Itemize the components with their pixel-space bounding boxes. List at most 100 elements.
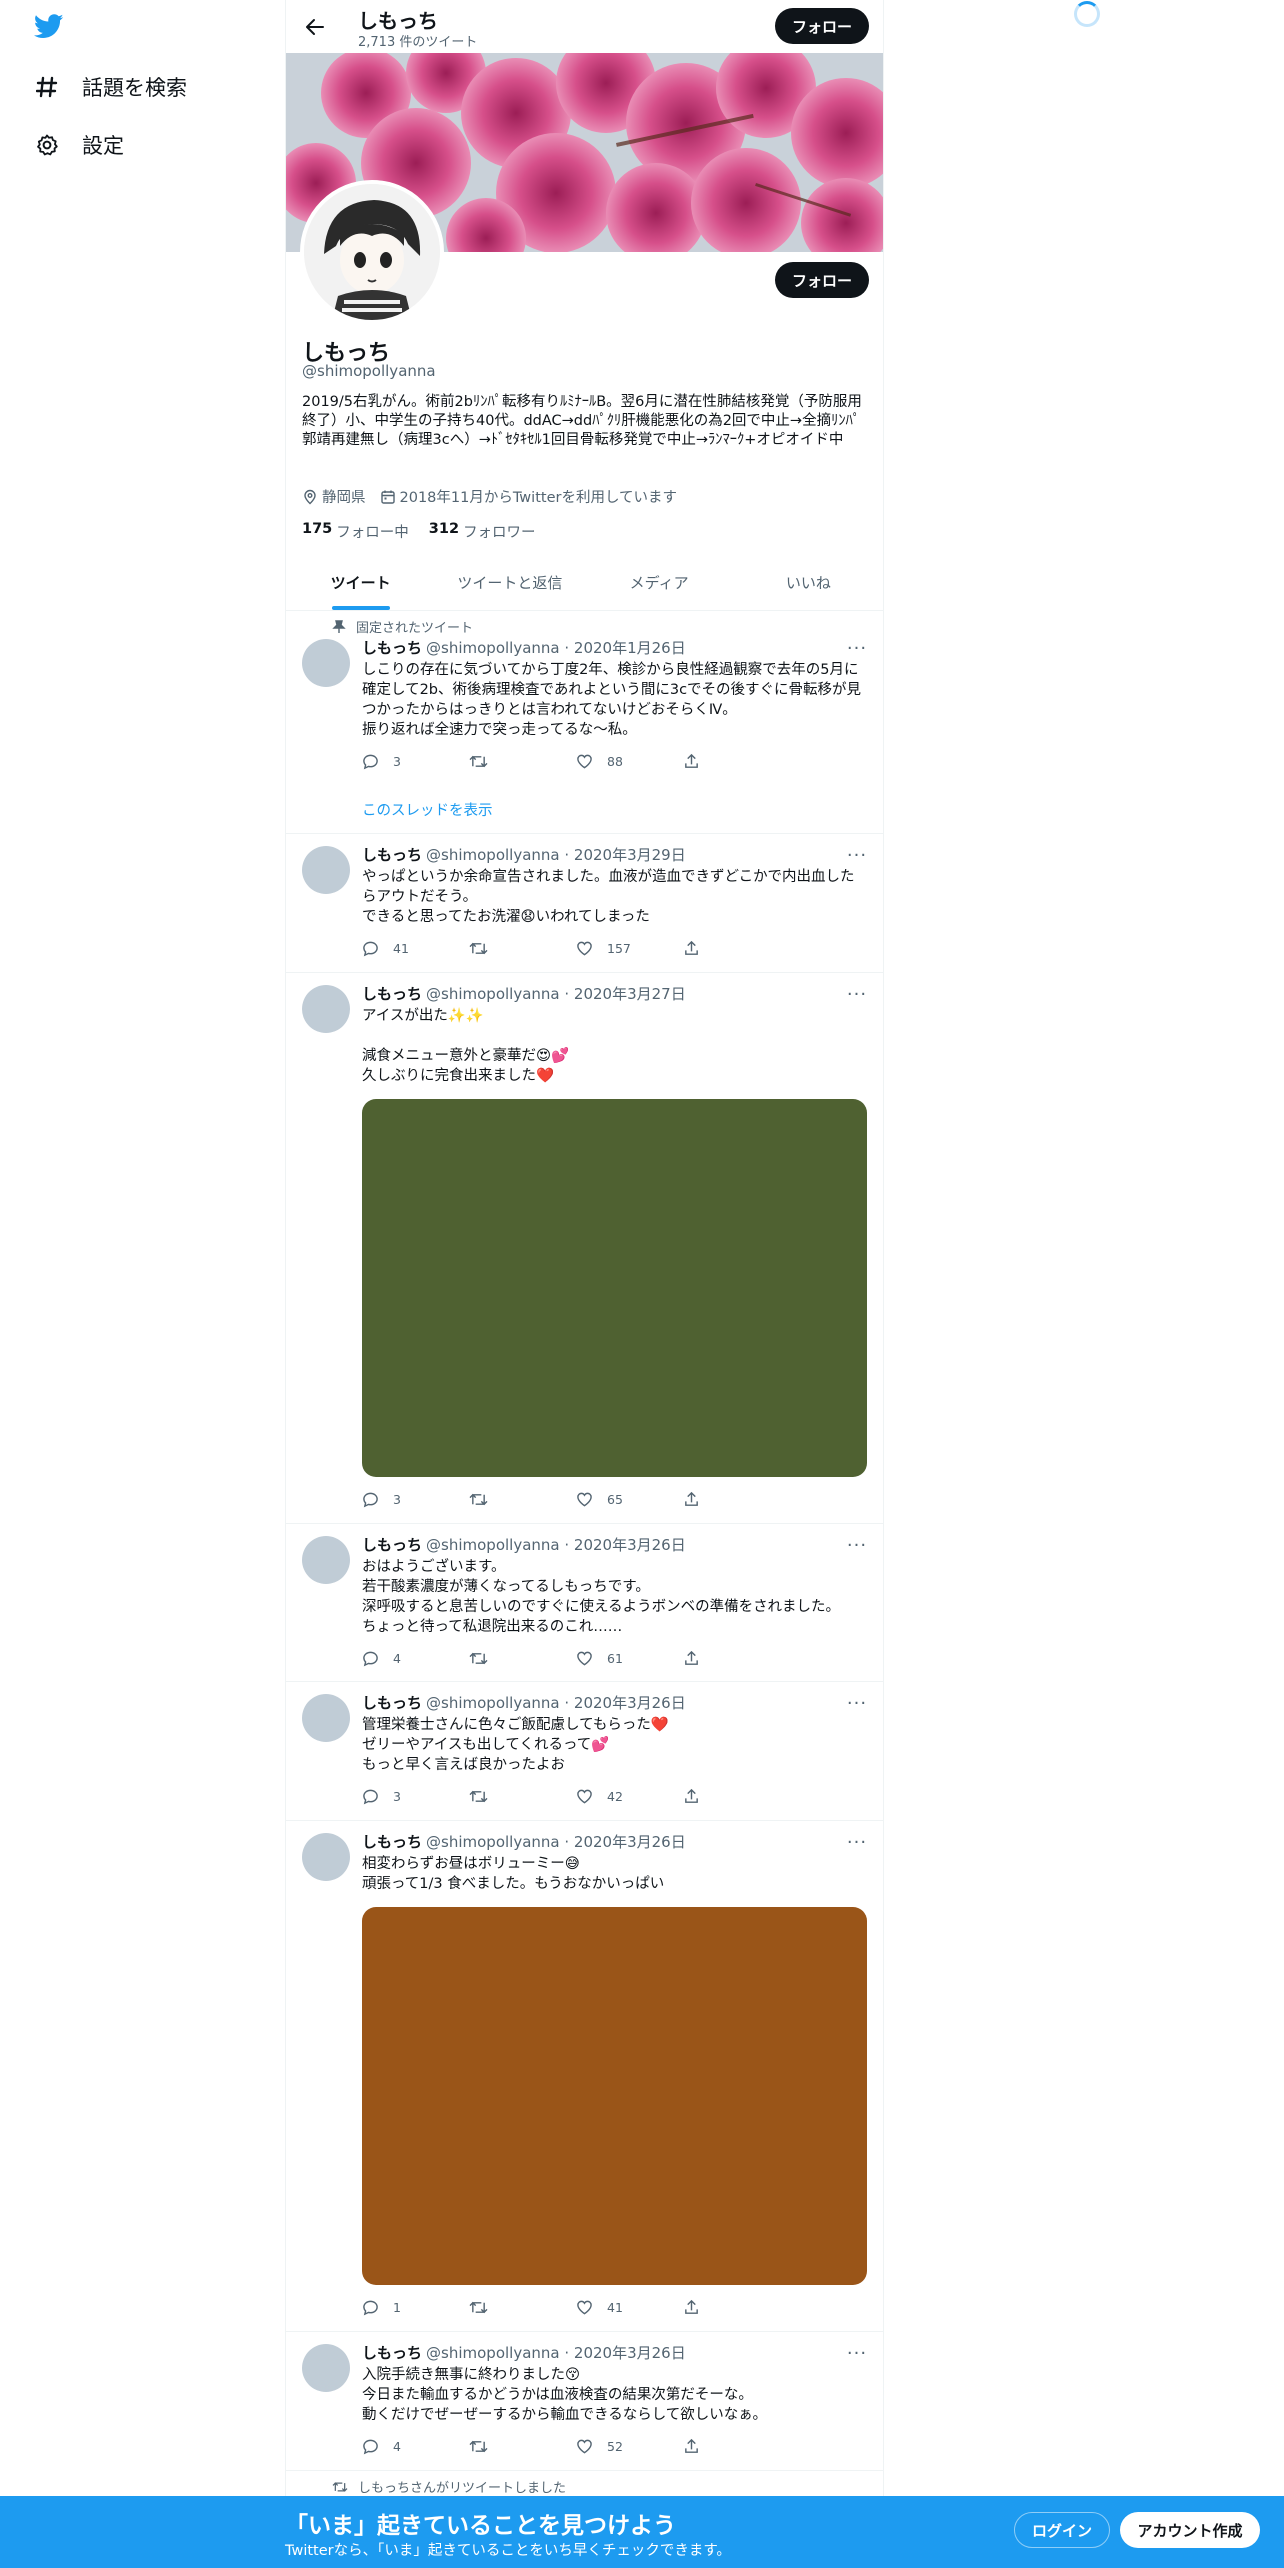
tweet-text: やっぱというか余命宣告されました。血液が造血できずどこかで内出血したらアウトだそ…: [362, 869, 855, 925]
share-button[interactable]: [683, 1650, 790, 1667]
calendar-icon: [380, 490, 395, 504]
share-button[interactable]: [683, 1491, 790, 1508]
more-options-icon[interactable]: ···: [847, 845, 867, 866]
more-options-icon[interactable]: ···: [847, 1693, 867, 1714]
tweet-avatar[interactable]: [302, 1536, 350, 1584]
tweet-media-image[interactable]: [362, 1099, 867, 1477]
tweet-item[interactable]: しもっち @shimopollyanna · 2020年3月26日 ··· おはよ…: [286, 1524, 883, 1682]
like-button[interactable]: 61: [576, 1650, 683, 1667]
pin-icon: [332, 619, 346, 633]
tab-tweets[interactable]: ツイート: [286, 555, 435, 610]
like-button[interactable]: 52: [576, 2438, 683, 2455]
retweet-button[interactable]: [469, 2438, 576, 2455]
share-icon: [685, 753, 698, 768]
tweet-item[interactable]: しもっち @shimopollyanna · 2020年3月27日 ··· アイス…: [286, 973, 883, 1524]
like-button[interactable]: 65: [576, 1491, 683, 1508]
like-button[interactable]: 42: [576, 1788, 683, 1805]
gear-icon: [34, 132, 60, 158]
header-follow-button[interactable]: フォロー: [775, 8, 869, 44]
tweet-avatar[interactable]: [302, 1694, 350, 1742]
tweet-actions: 4 61: [362, 1650, 792, 1667]
profile-follow-button[interactable]: フォロー: [775, 262, 869, 298]
reply-button[interactable]: 1: [362, 2299, 469, 2316]
tweet-item[interactable]: しもっち @shimopollyanna · 2020年3月26日 ··· 入院手…: [286, 2332, 883, 2471]
tab-tweets-and-replies[interactable]: ツイートと返信: [435, 555, 584, 610]
retweet-icon: [469, 1493, 488, 1506]
retweet-icon: [469, 1790, 488, 1803]
share-icon: [685, 2299, 698, 2314]
more-options-icon[interactable]: ···: [847, 1535, 867, 1556]
tweet-avatar[interactable]: [302, 639, 350, 687]
more-options-icon[interactable]: ···: [847, 984, 867, 1005]
tweet-avatar[interactable]: [302, 985, 350, 1033]
share-button[interactable]: [683, 753, 790, 770]
heart-icon: [577, 1651, 592, 1666]
share-button[interactable]: [683, 940, 790, 957]
signup-button[interactable]: アカウント作成: [1120, 2512, 1260, 2548]
tab-likes[interactable]: いいね: [734, 555, 883, 610]
retweet-button[interactable]: [469, 940, 576, 957]
profile-follow-stats: 175 フォロー中 312 フォロワー: [302, 521, 556, 542]
profile-avatar[interactable]: [300, 180, 444, 324]
retweet-button[interactable]: [469, 1788, 576, 1805]
tweet-actions: 41 157: [362, 940, 792, 957]
tweet-avatar[interactable]: [302, 1833, 350, 1881]
tweet-avatar[interactable]: [302, 846, 350, 894]
heart-icon: [577, 2439, 592, 2454]
more-options-icon[interactable]: ···: [847, 1832, 867, 1853]
profile-bio: 2019/5右乳がん。術前2bﾘﾝﾊﾟ転移有りﾙﾐﾅｰﾙB。翌6月に潜在性肺結核…: [302, 394, 862, 448]
share-icon: [685, 940, 698, 955]
like-button[interactable]: 88: [576, 753, 683, 770]
profile-handle: @shimopollyanna: [302, 362, 436, 380]
retweet-icon: [469, 2440, 488, 2453]
share-icon: [685, 1650, 698, 1665]
header-title: しもっち: [358, 9, 438, 33]
following-link[interactable]: 175 フォロー中: [302, 521, 409, 542]
tweet-item[interactable]: しもっち @shimopollyanna · 2020年3月26日 ··· 相変わ…: [286, 1821, 883, 2332]
reply-icon: [363, 2300, 378, 2316]
login-button[interactable]: ログイン: [1014, 2512, 1110, 2548]
reply-icon: [363, 941, 378, 957]
tweet-item[interactable]: しもっち @shimopollyanna · 2020年3月29日 ··· やっぱ…: [286, 834, 883, 973]
tweet-avatar[interactable]: [302, 2344, 350, 2392]
reply-button[interactable]: 3: [362, 753, 469, 770]
retweet-button[interactable]: [469, 2299, 576, 2316]
reply-button[interactable]: 3: [362, 1491, 469, 1508]
reply-icon: [363, 1789, 378, 1805]
retweet-icon: [469, 2301, 488, 2314]
reply-button[interactable]: 41: [362, 940, 469, 957]
more-options-icon[interactable]: ···: [847, 2343, 867, 2364]
retweet-button[interactable]: [469, 753, 576, 770]
reply-button[interactable]: 4: [362, 2438, 469, 2455]
reply-button[interactable]: 4: [362, 1650, 469, 1667]
tab-media[interactable]: メディア: [585, 555, 734, 610]
profile-header-bar: しもっち 2,713 件のツイート フォロー: [286, 0, 883, 53]
heart-icon: [577, 1492, 592, 1507]
share-button[interactable]: [683, 2299, 790, 2316]
tweet-header: しもっち @shimopollyanna · 2020年1月26日: [362, 639, 686, 657]
twitter-logo-icon[interactable]: [33, 14, 64, 42]
reply-button[interactable]: 3: [362, 1788, 469, 1805]
reply-icon: [363, 754, 378, 770]
tweet-text: しこりの存在に気づいてから丁度2年、検診から良性経過観察で去年の5月に確定して2…: [362, 662, 862, 738]
tweet-item[interactable]: 固定されたツイート しもっち @shimopollyanna · 2020年1月2…: [286, 611, 883, 834]
more-options-icon[interactable]: ···: [847, 638, 867, 659]
nav-explore[interactable]: 話題を検索: [34, 67, 187, 107]
loading-spinner-icon: [1074, 1, 1100, 27]
header-tweet-count: 2,713 件のツイート: [358, 35, 478, 50]
tweet-text: 相変わらずお昼はボリューミー😅 頑張って1/3 食べました。もうおなかいっぱい: [362, 1856, 665, 1892]
tweet-media-image[interactable]: [362, 1907, 867, 2285]
share-button[interactable]: [683, 2438, 790, 2455]
back-arrow-icon[interactable]: [300, 12, 330, 42]
nav-settings[interactable]: 設定: [34, 125, 124, 165]
tweet-header: しもっち @shimopollyanna · 2020年3月26日: [362, 2344, 686, 2362]
tweet-item[interactable]: しもっち @shimopollyanna · 2020年3月26日 ··· 管理栄…: [286, 1682, 883, 1821]
like-button[interactable]: 157: [576, 940, 683, 957]
retweet-button[interactable]: [469, 1491, 576, 1508]
show-thread-link[interactable]: このスレッドを表示: [362, 799, 493, 820]
like-button[interactable]: 41: [576, 2299, 683, 2316]
retweet-button[interactable]: [469, 1650, 576, 1667]
nav-explore-label: 話題を検索: [82, 76, 187, 100]
share-button[interactable]: [683, 1788, 790, 1805]
followers-link[interactable]: 312 フォロワー: [429, 521, 536, 542]
